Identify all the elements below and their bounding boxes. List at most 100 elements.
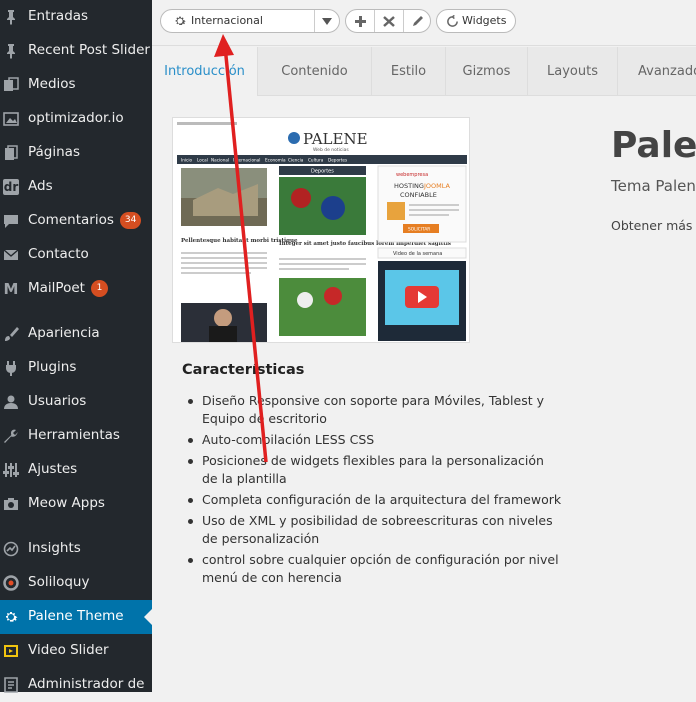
sidebar-item-apariencia[interactable]: Apariencia [0, 317, 152, 351]
style-select-value: Internacional [191, 14, 263, 27]
widgets-button[interactable]: Widgets [436, 9, 516, 33]
sidebar-item-insights[interactable]: Insights [0, 532, 152, 566]
comment-icon [3, 213, 19, 229]
preview-nav-2: Nacional [211, 158, 229, 163]
sidebar-item-label: Comentarios 34 [28, 212, 142, 229]
sidebar-item-label: Usuarios [28, 393, 87, 409]
wrench-icon [3, 428, 19, 444]
chevron-down-icon[interactable] [322, 18, 332, 25]
delete-style-button[interactable] [375, 10, 403, 32]
sidebar-item-contacto[interactable]: Contacto [0, 238, 152, 272]
sidebar-item-label: Contacto [28, 246, 89, 262]
sidebar-item-usuarios[interactable]: Usuarios [0, 385, 152, 419]
sidebar-item-label: Entradas [28, 8, 89, 24]
sidebar-item-label: Palene Theme [28, 608, 124, 624]
brush-icon [3, 326, 19, 342]
tab-avanzado[interactable]: Avanzado [618, 47, 696, 96]
intro-panel: PALENE Web de noticias Inicio Local Naci… [152, 97, 696, 692]
sidebar-item-recent-post-slider[interactable]: Recent Post Slider [0, 34, 152, 68]
admin-sidebar: Entradas Recent Post Slider Medios optimiza… [0, 0, 152, 693]
style-select[interactable]: Internacional [160, 9, 340, 33]
sidebar-item-label: Ads [28, 178, 53, 194]
preview-graphic: PALENE Web de noticias Inicio Local Naci… [173, 118, 469, 342]
list-item: Auto-compilación LESS CSS [182, 431, 562, 449]
tab-label: Estilo [390, 64, 427, 79]
plugin-icon [3, 360, 19, 376]
count-badge: 34 [119, 212, 142, 229]
preview-nav-7: Deportes [328, 158, 347, 163]
theme-title: Palene [611, 125, 696, 166]
dr-icon: dr [3, 179, 19, 195]
list-item: Completa configuración de la arquitectur… [182, 491, 562, 509]
sidebar-item-mailpoet[interactable]: M MailPoet 1 [0, 272, 152, 306]
style-actions [345, 9, 431, 33]
theme-subtitle: Tema Palene [611, 177, 696, 195]
preview-ad-brand: webempresa [396, 172, 428, 178]
sidebar-item-label: Video Slider [28, 642, 109, 658]
widgets-label: Widgets [462, 14, 507, 27]
images-icon [3, 111, 19, 127]
sidebar-item-medios[interactable]: Medios [0, 68, 152, 102]
tab-label: Gizmos [462, 64, 511, 79]
preview-ad-title-2: JOOMLA [423, 182, 451, 190]
tab-contenido[interactable]: Contenido [258, 47, 372, 96]
sidebar-item-meow-apps[interactable]: Meow Apps [0, 487, 152, 521]
sidebar-item-video-slider[interactable]: Video Slider [0, 634, 152, 668]
theme-more-info[interactable]: Obtener más información [611, 218, 696, 233]
preview-ad-button: SOLICITAR [408, 227, 430, 233]
sidebar-item-label: Insights [28, 540, 81, 556]
sidebar-item-comentarios[interactable]: Comentarios 34 [0, 204, 152, 238]
close-icon [383, 16, 395, 27]
add-style-button[interactable] [346, 10, 374, 32]
sidebar-item-label: Herramientas [28, 427, 120, 443]
list-item: Posiciones de widgets flexibles para la … [182, 452, 562, 488]
sidebar-item-palene-theme[interactable]: Palene Theme [0, 600, 152, 634]
sidebar-item-páginas[interactable]: Páginas [0, 136, 152, 170]
sidebar-item-optimizador-io[interactable]: optimizador.io [0, 102, 152, 136]
pin-icon [3, 43, 19, 59]
sidebar-item-herramientas[interactable]: Herramientas [0, 419, 152, 453]
sidebar-item-label: Soliloquy [28, 574, 90, 590]
sidebar-item-label: Páginas [28, 144, 80, 160]
preview-nav-0: Inicio [181, 158, 193, 163]
sidebar-item-label: MailPoet 1 [28, 280, 108, 297]
preview-ad-title-3: CONFIABLE [400, 191, 437, 199]
pencil-icon [413, 16, 423, 26]
options-toolbar: Internacional Widgets [152, 0, 696, 46]
sidebar-item-soliloquy[interactable]: Soliloquy [0, 566, 152, 600]
sidebar-item-entradas[interactable]: Entradas [0, 0, 152, 34]
preview-logo: PALENE [303, 130, 368, 148]
tab-label: Avanzado [638, 64, 696, 79]
sidebar-item-plugins[interactable]: Plugins [0, 351, 152, 385]
tab-gizmos[interactable]: Gizmos [446, 47, 528, 96]
tab-estilo[interactable]: Estilo [372, 47, 446, 96]
pin-icon [3, 9, 19, 25]
list-item: Uso de XML y posibilidad de sobreescritu… [182, 512, 562, 548]
gear-icon [3, 609, 19, 625]
preview-nav-1: Local [197, 158, 208, 163]
plus-icon [355, 16, 366, 27]
pages-icon [3, 145, 19, 161]
user-icon [3, 394, 19, 410]
admin-icon [3, 677, 19, 693]
media-icon [3, 77, 19, 93]
preview-nav-3: Internacional [233, 158, 260, 163]
tab-introduccion[interactable]: Introducción [152, 47, 258, 97]
list-item: Diseño Responsive con soporte para Móvil… [182, 392, 562, 428]
preview-nav-4: Economía [265, 158, 286, 163]
settings-icon [3, 462, 19, 478]
sidebar-item-administrador-de[interactable]: Administrador de [0, 668, 152, 702]
select-divider [314, 10, 315, 32]
sidebar-item-ads[interactable]: dr Ads [0, 170, 152, 204]
insights-icon [3, 541, 19, 557]
sidebar-item-ajustes[interactable]: Ajustes [0, 453, 152, 487]
theme-preview-image: PALENE Web de noticias Inicio Local Naci… [172, 117, 470, 343]
preview-nav-5: Ciencia [288, 158, 304, 163]
refresh-icon [447, 15, 458, 27]
tab-label: Contenido [281, 64, 348, 79]
tab-layouts[interactable]: Layouts [528, 47, 618, 96]
rename-style-button[interactable] [404, 10, 432, 32]
sidebar-item-label: Meow Apps [28, 495, 105, 511]
tab-bar: Introducción Contenido Estilo Gizmos Lay… [152, 47, 696, 97]
sidebar-item-label: Medios [28, 76, 76, 92]
